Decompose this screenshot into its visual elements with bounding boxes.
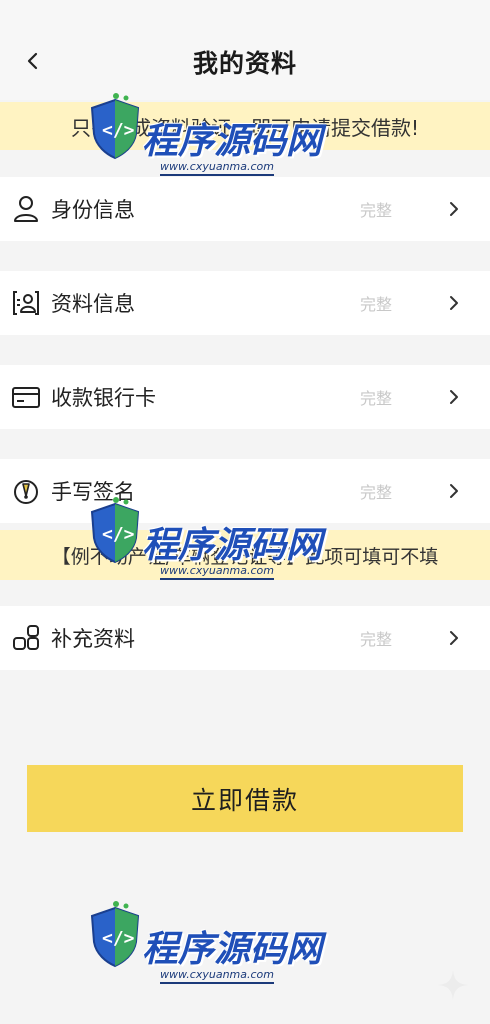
watermark-url: www.cxyuanma.com: [160, 564, 274, 580]
watermark-brand: 程序源码网: [142, 121, 323, 162]
chevron-right-icon: [446, 628, 462, 648]
apply-loan-button[interactable]: 立即借款: [27, 765, 463, 832]
watermark: </> 程序源码网 www.cxyuanma.com: [86, 900, 322, 1000]
page: 我的资料 只需完成资料验证，即可申请提交借款! 身份信息 完整 资料信息 完整 …: [0, 0, 490, 1024]
watermark-brand: 程序源码网: [142, 929, 323, 970]
status-text: 完整: [360, 630, 393, 649]
signature-icon: [10, 475, 42, 507]
watermark: </> 程序源码网 www.cxyuanma.com: [86, 496, 322, 596]
svg-text:</>: </>: [102, 928, 135, 949]
nav-bar: 我的资料: [0, 0, 490, 100]
sparkle-icon: [438, 970, 468, 1000]
row-label: 补充资料: [51, 627, 135, 651]
row-label: 资料信息: [51, 292, 135, 316]
chevron-right-icon: [446, 199, 462, 219]
status-text: 完整: [360, 389, 393, 408]
chevron-right-icon: [446, 481, 462, 501]
row-supplementary-info[interactable]: 补充资料 完整: [0, 606, 490, 670]
row-label: 身份信息: [51, 198, 135, 222]
status-text: 完整: [360, 295, 393, 314]
person-icon: [10, 193, 42, 225]
watermark-url: www.cxyuanma.com: [160, 160, 274, 176]
bank-card-icon: [10, 381, 42, 413]
status-text: 完整: [360, 201, 393, 220]
status-text: 完整: [360, 483, 393, 502]
chevron-right-icon: [446, 293, 462, 313]
row-label: 收款银行卡: [51, 386, 156, 410]
shield-logo-icon: </>: [90, 497, 140, 564]
watermark-url: www.cxyuanma.com: [160, 968, 274, 984]
id-card-icon: [10, 287, 42, 319]
svg-text:</>: </>: [102, 524, 135, 545]
watermark: </> 程序源码网 www.cxyuanma.com: [86, 92, 322, 192]
shield-logo-icon: </>: [90, 93, 140, 160]
grid-blocks-icon: [10, 622, 42, 654]
row-profile-info[interactable]: 资料信息 完整: [0, 271, 490, 335]
watermark-brand: 程序源码网: [142, 525, 323, 566]
shield-logo-icon: </>: [90, 901, 140, 968]
row-bank-card[interactable]: 收款银行卡 完整: [0, 365, 490, 429]
chevron-right-icon: [446, 387, 462, 407]
svg-text:</>: </>: [102, 120, 135, 141]
page-title: 我的资料: [192, 49, 297, 78]
